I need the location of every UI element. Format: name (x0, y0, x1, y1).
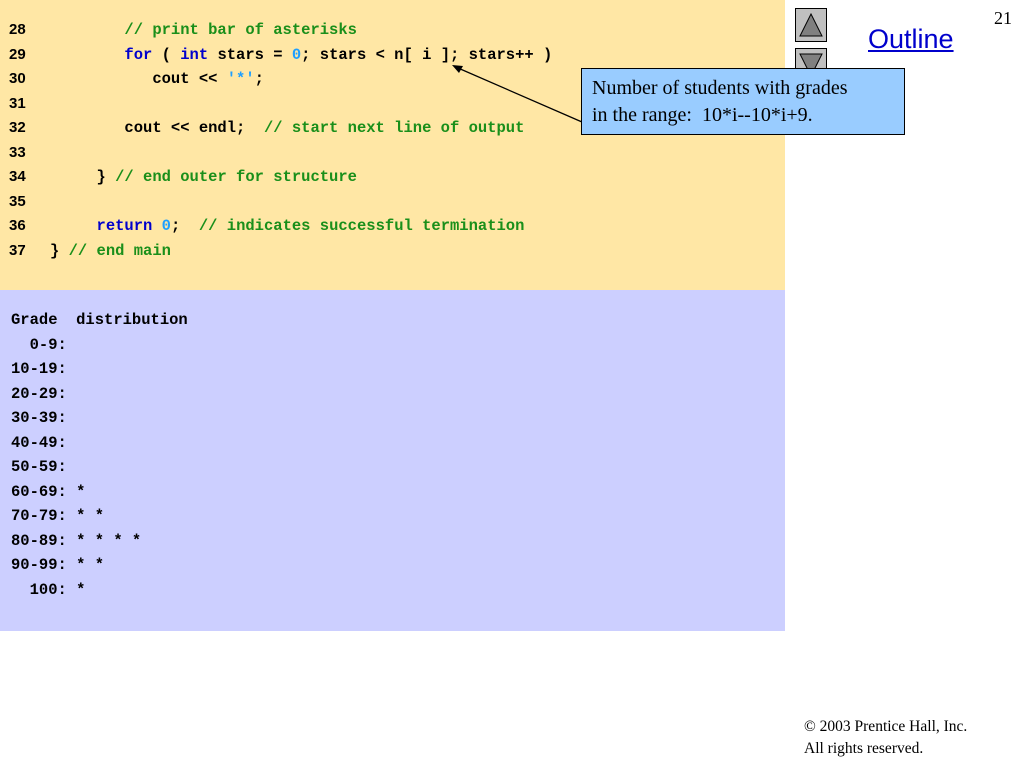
line-number: 28 (9, 21, 26, 38)
output-line: 80-89: * * * * (11, 531, 142, 550)
line-number: 31 (9, 94, 26, 112)
code-comment: // end main (68, 241, 171, 260)
code-keyword: for (124, 45, 153, 64)
copyright-line-1: © 2003 Prentice Hall, Inc. (804, 718, 968, 735)
previous-slide-button[interactable] (795, 8, 827, 42)
line-number: 37 (9, 241, 26, 259)
code-comment: // indicates successful termination (198, 217, 525, 235)
code-panel: 28 // print bar of asterisks 29 for ( int… (0, 0, 785, 290)
output-line: 70-79: * * (11, 507, 105, 525)
annotation-callout: Number of students with grades in the ra… (581, 68, 905, 135)
next-slide-button[interactable] (795, 48, 827, 70)
code-text: return 0; // indicates successful termin… (50, 214, 525, 238)
code-token: ( (152, 45, 181, 64)
copyright-line-2: All rights reserved. (804, 740, 924, 757)
line-number: 35 (9, 192, 26, 210)
code-text: cout << endl; // start next line of outp… (50, 116, 524, 140)
code-text: // print bar of asterisks (50, 18, 357, 42)
line-number: 36 (9, 217, 26, 234)
output-panel: Grade distribution 0-9: 10-19: 20-29: 30-39… (0, 290, 785, 631)
code-token: } (50, 241, 69, 260)
code-text: } // end outer for structure (50, 165, 357, 189)
output-line: 90-99: * * (11, 556, 105, 574)
page-number: 21 (994, 8, 1012, 28)
code-keyword: return (96, 217, 153, 235)
code-token: } (50, 168, 116, 186)
output-line: 60-69: * (11, 482, 86, 501)
code-token: cout << endl; (50, 119, 264, 137)
callout-line-2: in the range: 10*i--10*i+9. (592, 104, 813, 126)
line-number: 30 (9, 70, 26, 87)
code-token: stars = (208, 45, 292, 64)
code-token: ; (170, 217, 199, 235)
output-line: Grade distribution (11, 311, 188, 329)
line-number: 32 (9, 119, 26, 136)
code-comment: // start next line of output (263, 119, 525, 137)
code-text: } // end main (50, 239, 171, 263)
output-line: 100: * (11, 580, 86, 599)
line-number: 33 (9, 143, 26, 161)
line-number: 34 (9, 168, 26, 185)
code-token: ; stars < n[ i ]; stars++ ) (301, 45, 553, 64)
outline-link[interactable]: Outline (868, 24, 954, 55)
code-text: for ( int stars = 0; stars < n[ i ]; sta… (50, 43, 552, 67)
code-comment: // print bar of asterisks (124, 21, 357, 39)
output-line: 40-49: (11, 433, 67, 452)
code-token: cout << (50, 70, 227, 88)
triangle-up-icon (799, 12, 823, 37)
output-line: 50-59: (11, 458, 67, 476)
copyright-notice: © 2003 Prentice Hall, Inc. All rights re… (804, 716, 967, 760)
code-literal: 0 (291, 45, 302, 64)
output-line: 10-19: (11, 360, 67, 378)
line-number: 29 (9, 45, 26, 63)
callout-line-1: Number of students with grades (592, 77, 848, 99)
output-line: 30-39: (11, 409, 67, 427)
output-line: 20-29: (11, 384, 67, 403)
code-text: cout << '*'; (50, 67, 264, 91)
output-line: 0-9: (11, 335, 67, 354)
code-comment: // end outer for structure (115, 168, 357, 186)
code-token: ; (254, 70, 264, 88)
code-keyword: int (180, 45, 209, 64)
code-literal: '*' (226, 70, 255, 88)
code-literal: 0 (161, 217, 171, 235)
